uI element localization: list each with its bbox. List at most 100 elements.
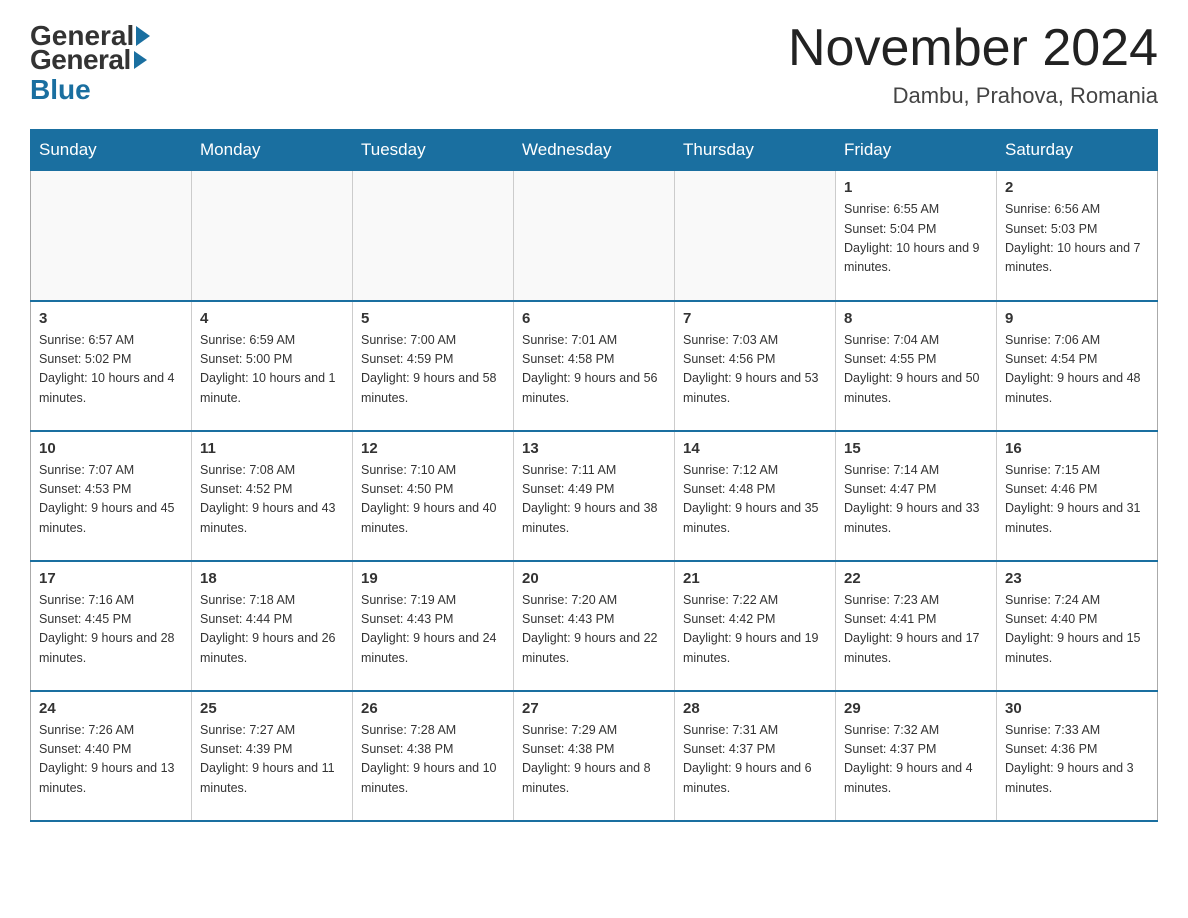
day-info: Sunrise: 6:57 AM Sunset: 5:02 PM Dayligh… xyxy=(39,331,183,409)
calendar-cell: 4 Sunrise: 6:59 AM Sunset: 5:00 PM Daylig… xyxy=(192,301,353,431)
logo-triangle-icon xyxy=(134,51,147,69)
calendar-cell: 21 Sunrise: 7:22 AM Sunset: 4:42 PM Dayli… xyxy=(675,561,836,691)
calendar-cell: 19 Sunrise: 7:19 AM Sunset: 4:43 PM Dayli… xyxy=(353,561,514,691)
day-number: 13 xyxy=(522,440,666,457)
col-header-thursday: Thursday xyxy=(675,130,836,171)
day-info: Sunrise: 7:18 AM Sunset: 4:44 PM Dayligh… xyxy=(200,591,344,669)
day-number: 23 xyxy=(1005,570,1149,587)
calendar-cell: 9 Sunrise: 7:06 AM Sunset: 4:54 PM Daylig… xyxy=(997,301,1158,431)
day-number: 17 xyxy=(39,570,183,587)
day-info: Sunrise: 7:00 AM Sunset: 4:59 PM Dayligh… xyxy=(361,331,505,409)
day-number: 5 xyxy=(361,310,505,327)
calendar-cell: 26 Sunrise: 7:28 AM Sunset: 4:38 PM Dayli… xyxy=(353,691,514,821)
calendar-cell: 1 Sunrise: 6:55 AM Sunset: 5:04 PM Daylig… xyxy=(836,171,997,301)
calendar-week-row: 24 Sunrise: 7:26 AM Sunset: 4:40 PM Dayli… xyxy=(31,691,1158,821)
day-number: 30 xyxy=(1005,700,1149,717)
calendar-cell: 30 Sunrise: 7:33 AM Sunset: 4:36 PM Dayli… xyxy=(997,691,1158,821)
col-header-tuesday: Tuesday xyxy=(353,130,514,171)
day-number: 19 xyxy=(361,570,505,587)
calendar-cell: 7Sunrise: 7:03 AM Sunset: 4:56 PM Daylig… xyxy=(675,301,836,431)
day-info: Sunrise: 7:24 AM Sunset: 4:40 PM Dayligh… xyxy=(1005,591,1149,669)
calendar-cell: 17Sunrise: 7:16 AM Sunset: 4:45 PM Dayli… xyxy=(31,561,192,691)
day-info: Sunrise: 6:59 AM Sunset: 5:00 PM Dayligh… xyxy=(200,331,344,409)
day-info: Sunrise: 7:29 AM Sunset: 4:38 PM Dayligh… xyxy=(522,721,666,799)
calendar-week-row: 3 Sunrise: 6:57 AM Sunset: 5:02 PM Daylig… xyxy=(31,301,1158,431)
col-header-saturday: Saturday xyxy=(997,130,1158,171)
day-number: 16 xyxy=(1005,440,1149,457)
calendar-cell: 3 Sunrise: 6:57 AM Sunset: 5:02 PM Daylig… xyxy=(31,301,192,431)
calendar-week-row: 17Sunrise: 7:16 AM Sunset: 4:45 PM Dayli… xyxy=(31,561,1158,691)
calendar-cell: 29 Sunrise: 7:32 AM Sunset: 4:37 PM Dayli… xyxy=(836,691,997,821)
day-info: Sunrise: 7:26 AM Sunset: 4:40 PM Dayligh… xyxy=(39,721,183,799)
calendar-cell xyxy=(353,171,514,301)
logo-blue-text: Blue xyxy=(30,74,91,105)
day-info: Sunrise: 7:15 AM Sunset: 4:46 PM Dayligh… xyxy=(1005,461,1149,539)
calendar-cell: 12 Sunrise: 7:10 AM Sunset: 4:50 PM Dayli… xyxy=(353,431,514,561)
calendar-week-row: 1 Sunrise: 6:55 AM Sunset: 5:04 PM Daylig… xyxy=(31,171,1158,301)
day-info: Sunrise: 7:27 AM Sunset: 4:39 PM Dayligh… xyxy=(200,721,344,799)
day-number: 6 xyxy=(522,310,666,327)
day-number: 11 xyxy=(200,440,344,457)
calendar-week-row: 10Sunrise: 7:07 AM Sunset: 4:53 PM Dayli… xyxy=(31,431,1158,561)
calendar-cell: 27 Sunrise: 7:29 AM Sunset: 4:38 PM Dayli… xyxy=(514,691,675,821)
calendar-cell: 18 Sunrise: 7:18 AM Sunset: 4:44 PM Dayli… xyxy=(192,561,353,691)
day-number: 21 xyxy=(683,570,827,587)
day-info: Sunrise: 7:04 AM Sunset: 4:55 PM Dayligh… xyxy=(844,331,988,409)
day-number: 14 xyxy=(683,440,827,457)
calendar-cell xyxy=(192,171,353,301)
day-number: 27 xyxy=(522,700,666,717)
day-info: Sunrise: 7:19 AM Sunset: 4:43 PM Dayligh… xyxy=(361,591,505,669)
day-number: 3 xyxy=(39,310,183,327)
calendar-cell: 28 Sunrise: 7:31 AM Sunset: 4:37 PM Dayli… xyxy=(675,691,836,821)
calendar-cell: 11 Sunrise: 7:08 AM Sunset: 4:52 PM Dayli… xyxy=(192,431,353,561)
day-info: Sunrise: 6:56 AM Sunset: 5:03 PM Dayligh… xyxy=(1005,200,1149,278)
day-info: Sunrise: 7:06 AM Sunset: 4:54 PM Dayligh… xyxy=(1005,331,1149,409)
day-info: Sunrise: 7:11 AM Sunset: 4:49 PM Dayligh… xyxy=(522,461,666,539)
day-number: 24 xyxy=(39,700,183,717)
calendar-cell: 25 Sunrise: 7:27 AM Sunset: 4:39 PM Dayli… xyxy=(192,691,353,821)
day-info: Sunrise: 7:10 AM Sunset: 4:50 PM Dayligh… xyxy=(361,461,505,539)
day-info: Sunrise: 7:31 AM Sunset: 4:37 PM Dayligh… xyxy=(683,721,827,799)
calendar-cell xyxy=(31,171,192,301)
day-number: 8 xyxy=(844,310,988,327)
day-number: 2 xyxy=(1005,179,1149,196)
page-header: General General Blue November 2024 Dambu… xyxy=(30,20,1158,109)
col-header-wednesday: Wednesday xyxy=(514,130,675,171)
day-info: Sunrise: 7:20 AM Sunset: 4:43 PM Dayligh… xyxy=(522,591,666,669)
logo: General General Blue xyxy=(30,20,152,106)
day-number: 18 xyxy=(200,570,344,587)
day-info: Sunrise: 7:28 AM Sunset: 4:38 PM Dayligh… xyxy=(361,721,505,799)
calendar-cell: 13 Sunrise: 7:11 AM Sunset: 4:49 PM Dayli… xyxy=(514,431,675,561)
calendar-cell: 2 Sunrise: 6:56 AM Sunset: 5:03 PM Daylig… xyxy=(997,171,1158,301)
calendar-cell: 5 Sunrise: 7:00 AM Sunset: 4:59 PM Daylig… xyxy=(353,301,514,431)
day-number: 28 xyxy=(683,700,827,717)
day-number: 10 xyxy=(39,440,183,457)
calendar-header-row: SundayMondayTuesdayWednesdayThursdayFrid… xyxy=(31,130,1158,171)
day-number: 26 xyxy=(361,700,505,717)
day-info: Sunrise: 7:22 AM Sunset: 4:42 PM Dayligh… xyxy=(683,591,827,669)
day-info: Sunrise: 6:55 AM Sunset: 5:04 PM Dayligh… xyxy=(844,200,988,278)
day-info: Sunrise: 7:23 AM Sunset: 4:41 PM Dayligh… xyxy=(844,591,988,669)
day-number: 12 xyxy=(361,440,505,457)
calendar-cell: 20Sunrise: 7:20 AM Sunset: 4:43 PM Dayli… xyxy=(514,561,675,691)
day-number: 9 xyxy=(1005,310,1149,327)
day-number: 1 xyxy=(844,179,988,196)
calendar-table: SundayMondayTuesdayWednesdayThursdayFrid… xyxy=(30,129,1158,822)
day-number: 15 xyxy=(844,440,988,457)
day-info: Sunrise: 7:33 AM Sunset: 4:36 PM Dayligh… xyxy=(1005,721,1149,799)
calendar-cell: 6Sunrise: 7:01 AM Sunset: 4:58 PM Daylig… xyxy=(514,301,675,431)
col-header-sunday: Sunday xyxy=(31,130,192,171)
day-info: Sunrise: 7:14 AM Sunset: 4:47 PM Dayligh… xyxy=(844,461,988,539)
day-info: Sunrise: 7:32 AM Sunset: 4:37 PM Dayligh… xyxy=(844,721,988,799)
day-number: 25 xyxy=(200,700,344,717)
calendar-cell: 16 Sunrise: 7:15 AM Sunset: 4:46 PM Dayli… xyxy=(997,431,1158,561)
day-number: 4 xyxy=(200,310,344,327)
day-info: Sunrise: 7:03 AM Sunset: 4:56 PM Dayligh… xyxy=(683,331,827,409)
logo-general-text2: General xyxy=(30,44,131,76)
calendar-title: November 2024 xyxy=(788,20,1158,77)
day-info: Sunrise: 7:08 AM Sunset: 4:52 PM Dayligh… xyxy=(200,461,344,539)
day-number: 29 xyxy=(844,700,988,717)
col-header-monday: Monday xyxy=(192,130,353,171)
calendar-cell: 23 Sunrise: 7:24 AM Sunset: 4:40 PM Dayli… xyxy=(997,561,1158,691)
day-number: 22 xyxy=(844,570,988,587)
